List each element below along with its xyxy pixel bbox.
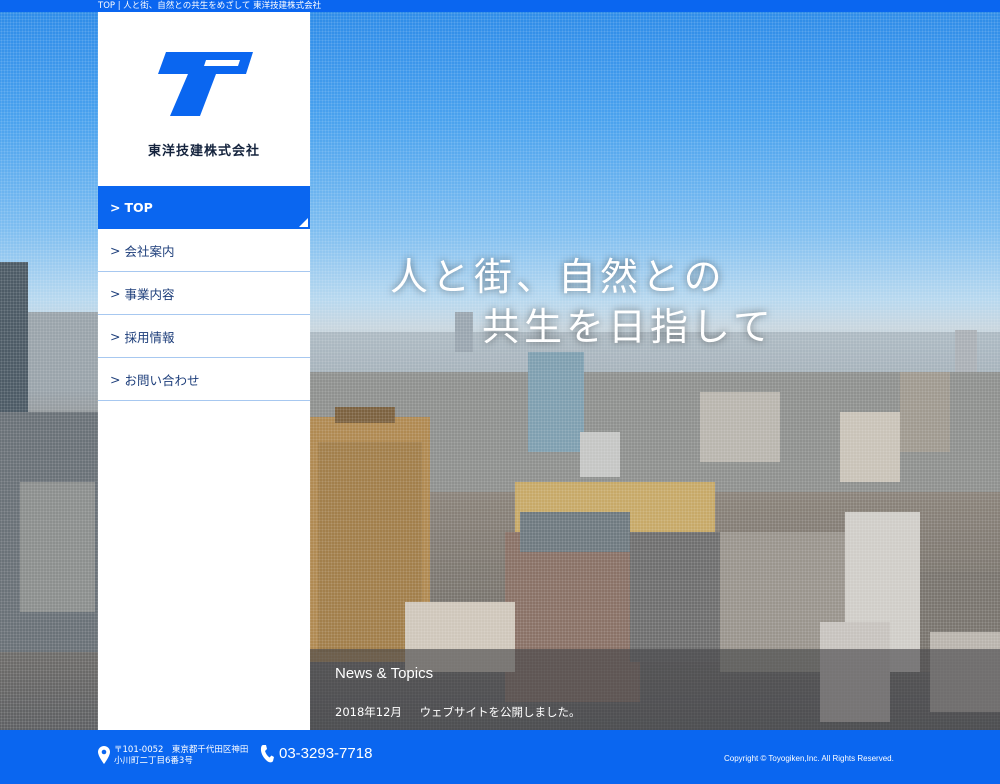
top-bar-text: TOP | 人と街、自然との共生をめざして 東洋技建株式会社 — [98, 1, 322, 11]
news-item[interactable]: 2018年12月 ウェブサイトを公開しました。 — [335, 704, 581, 720]
location-pin-icon — [98, 746, 110, 764]
hero-tagline: 人と街、自然との 共生を日指して — [390, 252, 820, 352]
footer-address: 〒101-0052 東京都千代田区神田 小川町二丁目6番3号 — [114, 745, 248, 767]
postal-line: 〒101-0052 東京都千代田区神田 — [114, 745, 249, 755]
chevron-right-icon: > — [110, 200, 121, 215]
phone-number[interactable]: 03-3293-7718 — [279, 745, 372, 762]
nav-label: TOP — [124, 200, 153, 215]
logo-mark[interactable] — [158, 52, 253, 116]
nav-item-business[interactable]: > 事業内容 — [98, 272, 310, 315]
news-panel: News & Topics 2018年12月 ウェブサイトを公開しました。 — [310, 649, 1000, 730]
nav-label: 会社案内 — [124, 243, 175, 259]
nav-item-contact[interactable]: > お問い合わせ — [98, 358, 310, 401]
chevron-right-icon: > — [110, 371, 121, 387]
tagline-line-1: 人と街、自然との — [390, 255, 726, 299]
nav-item-top[interactable]: > TOP — [98, 186, 310, 229]
tagline-line-2: 共生を日指して — [482, 305, 775, 349]
footer: 〒101-0052 東京都千代田区神田 小川町二丁目6番3号 03-3293-7… — [0, 730, 1000, 784]
phone-icon — [260, 745, 274, 763]
news-item-text[interactable]: ウェブサイトを公開しました。 — [420, 705, 581, 719]
corner-triangle-icon — [299, 218, 308, 227]
chevron-right-icon: > — [110, 242, 121, 258]
chevron-right-icon: > — [110, 328, 121, 344]
copyright: Copyright © Toyogiken,Inc. All Rights Re… — [724, 754, 894, 763]
address-line: 小川町二丁目6番3号 — [114, 756, 193, 766]
nav-item-company[interactable]: > 会社案内 — [98, 229, 310, 272]
main-nav: > TOP > 会社案内 > 事業内容 > 採用情報 > お問い合わせ — [98, 186, 310, 401]
news-heading: News & Topics — [335, 665, 434, 682]
news-item-date: 2018年12月 — [335, 705, 402, 719]
nav-label: お問い合わせ — [124, 372, 200, 388]
company-name: 東洋技建株式会社 — [147, 144, 260, 159]
nav-item-recruit[interactable]: > 採用情報 — [98, 315, 310, 358]
nav-label: 事業内容 — [124, 286, 175, 302]
chevron-right-icon: > — [110, 285, 121, 301]
sidebar: 東洋技建株式会社 > TOP > 会社案内 > 事業内容 > 採用情報 > お問… — [98, 12, 310, 730]
nav-label: 採用情報 — [124, 329, 175, 345]
top-bar: TOP | 人と街、自然との共生をめざして 東洋技建株式会社 — [0, 0, 1000, 12]
